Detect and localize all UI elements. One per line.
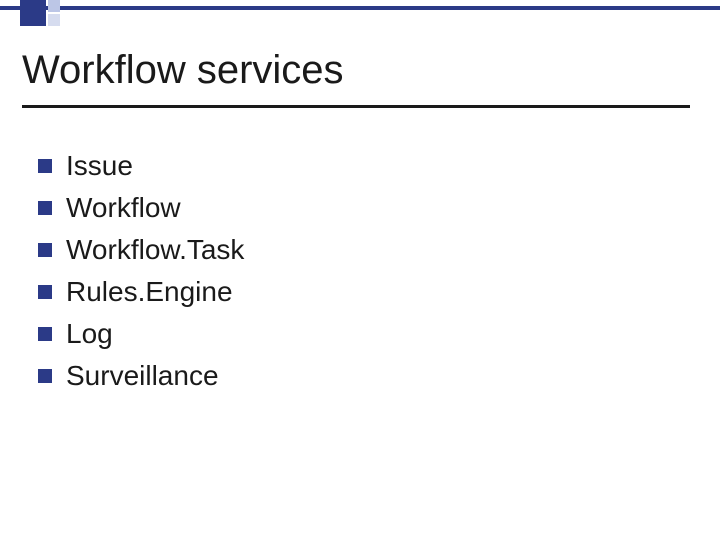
list-item-label: Surveillance [66, 360, 219, 392]
header-square-large [20, 0, 46, 26]
list-item: Rules.Engine [38, 276, 244, 308]
title-underline [22, 105, 690, 108]
square-bullet-icon [38, 369, 52, 383]
header-line [0, 6, 720, 10]
title-area: Workflow services [22, 48, 690, 108]
square-bullet-icon [38, 201, 52, 215]
bullet-list: Issue Workflow Workflow.Task Rules.Engin… [38, 150, 244, 402]
header-square-small-top [48, 0, 60, 12]
list-item-label: Rules.Engine [66, 276, 233, 308]
list-item-label: Log [66, 318, 113, 350]
list-item: Surveillance [38, 360, 244, 392]
square-bullet-icon [38, 243, 52, 257]
list-item: Workflow.Task [38, 234, 244, 266]
square-bullet-icon [38, 285, 52, 299]
list-item-label: Workflow.Task [66, 234, 244, 266]
square-bullet-icon [38, 159, 52, 173]
header-square-small-bottom [48, 14, 60, 26]
list-item-label: Workflow [66, 192, 181, 224]
slide-header-decoration [0, 0, 720, 32]
list-item: Issue [38, 150, 244, 182]
slide-title: Workflow services [22, 48, 690, 103]
list-item: Log [38, 318, 244, 350]
list-item: Workflow [38, 192, 244, 224]
list-item-label: Issue [66, 150, 133, 182]
square-bullet-icon [38, 327, 52, 341]
